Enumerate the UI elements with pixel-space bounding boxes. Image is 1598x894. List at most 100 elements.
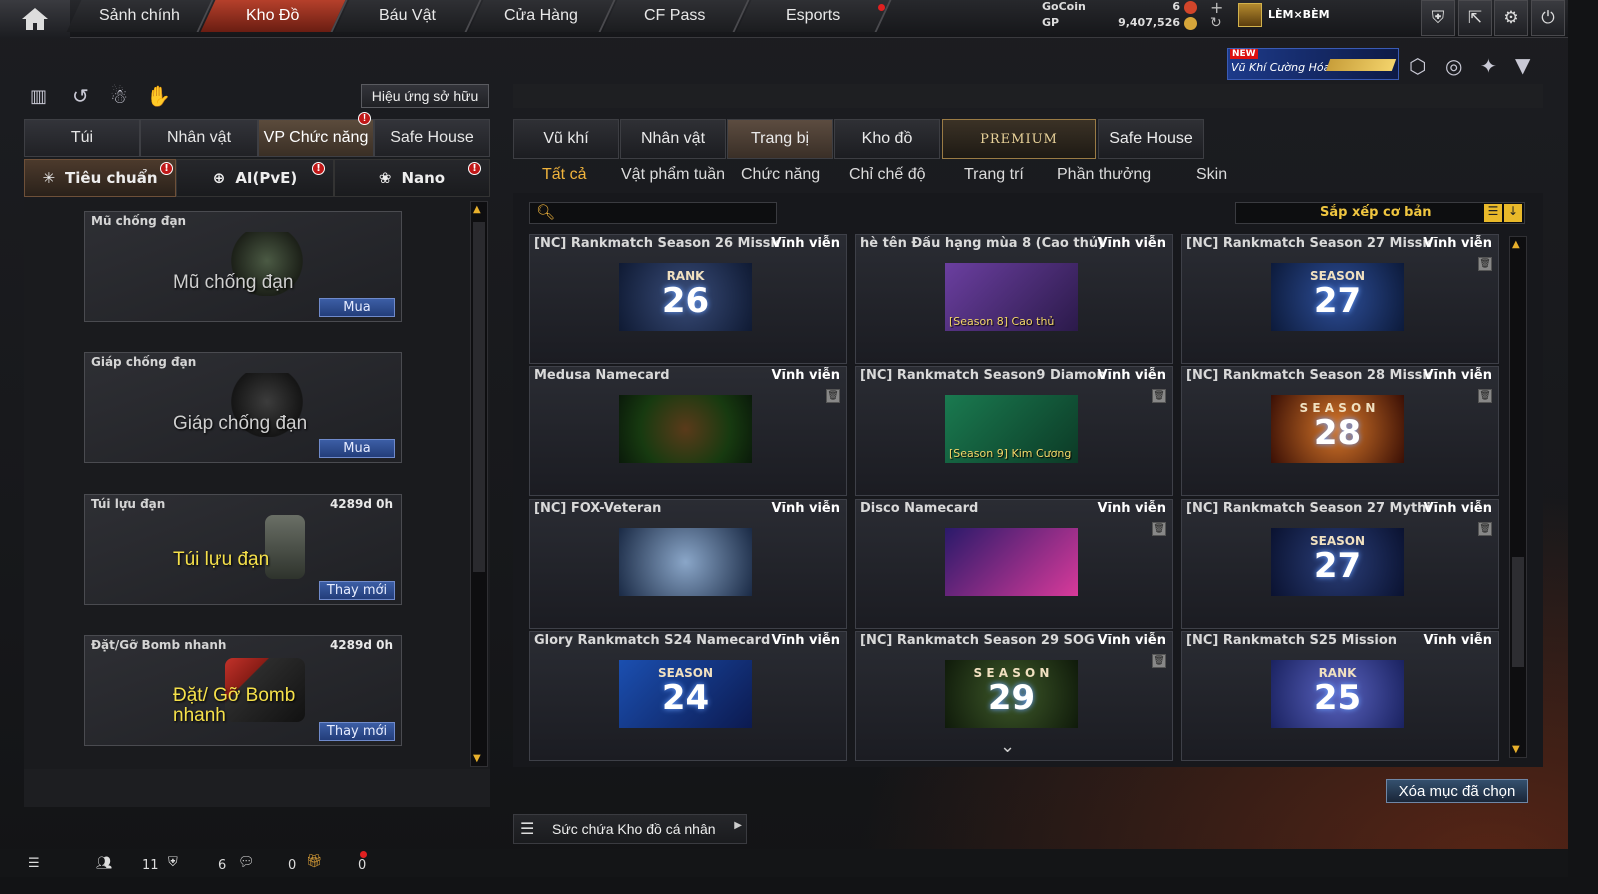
trash-icon[interactable]: 🗑︎ <box>1152 389 1166 403</box>
subtab-nano[interactable]: ❀ Nano! <box>334 159 490 197</box>
filter-decoration[interactable]: Trang trí <box>964 166 1024 184</box>
renew-button[interactable]: Thay mới <box>319 722 395 741</box>
tab-safe-house[interactable]: Safe House <box>1098 119 1204 159</box>
friends-count: 11 <box>142 858 159 873</box>
buy-button[interactable]: Mua <box>319 439 395 458</box>
list-icon[interactable]: ☰ <box>1484 204 1502 222</box>
filter-rewards[interactable]: Phần thưởng <box>1057 166 1151 184</box>
item-card[interactable]: [NC] Rankmatch Season9 Diamond Vĩnh viễn 🗑… <box>855 366 1173 496</box>
chevron-down-icon[interactable]: ⌄ <box>1000 736 1015 757</box>
left-scrollbar[interactable]: ▲ ▼ <box>470 201 488 767</box>
scroll-up-icon[interactable]: ▲ <box>1512 239 1520 250</box>
history-icon[interactable]: ↺ <box>72 84 89 108</box>
owned-effect-button[interactable]: Hiệu ứng sở hữu <box>361 84 489 108</box>
filter-mode-only[interactable]: Chỉ chế độ <box>849 166 926 184</box>
event-emblem-icon[interactable]: ⬡ <box>1409 54 1426 78</box>
filter-skin[interactable]: Skin <box>1196 166 1227 184</box>
equipment-card[interactable]: Túi lựu đạn 4289d 0h Túi lựu đạn Thay mớ… <box>84 494 402 605</box>
search-input[interactable] <box>556 204 772 222</box>
search-icon: 🔍︎ <box>536 203 556 221</box>
friends-icon[interactable]: 👥︎ <box>96 856 113 871</box>
nav-tab-shop[interactable]: Cửa Hàng <box>468 0 616 32</box>
filter-weekly[interactable]: Vật phẩm tuần <box>621 166 725 184</box>
item-card[interactable]: [NC] Rankmatch Season 27 Mythica Vĩnh viễ… <box>1181 499 1499 629</box>
item-card[interactable]: [NC] Rankmatch Season 26 Mission Vĩnh viễ… <box>529 234 847 364</box>
equipment-card[interactable]: Mũ chống đạn Mũ chống đạn Mua <box>84 211 402 322</box>
item-card[interactable]: hè tên Đấu hạng mùa 8 (Cao thủ) Vĩnh viễn… <box>855 234 1173 364</box>
trash-icon[interactable]: 🗑︎ <box>826 389 840 403</box>
item-card[interactable]: Glory Rankmatch S24 Namecard Vĩnh viễn SEA… <box>529 631 847 761</box>
tab-safe-house[interactable]: Safe House <box>374 119 490 157</box>
item-card[interactable]: [NC] Rankmatch Season 28 Mission Vĩnh viễ… <box>1181 366 1499 496</box>
scroll-thumb[interactable] <box>473 222 485 572</box>
gp-icon <box>1184 17 1197 30</box>
rocket-icon[interactable]: ✦ <box>1480 54 1497 78</box>
exit-room-icon[interactable]: ⇱ <box>1458 0 1492 36</box>
gift-count: 0 <box>358 858 367 873</box>
power-icon[interactable]: ⏻ <box>1531 0 1565 36</box>
tab-character[interactable]: Nhân vật <box>620 119 726 159</box>
tab-weapons[interactable]: Vũ khí <box>513 119 619 159</box>
item-card[interactable]: [NC] FOX-Veteran Vĩnh viễn <box>529 499 847 629</box>
nav-tab-treasure[interactable]: Báu Vật <box>334 0 482 32</box>
trash-icon[interactable]: 🗑︎ <box>1478 522 1492 536</box>
filter-function[interactable]: Chức năng <box>741 166 820 184</box>
shield-icon[interactable]: ⛨ <box>1421 0 1455 36</box>
glove-icon[interactable]: ✋ <box>146 84 171 108</box>
alert-icon: ! <box>160 162 173 175</box>
tab-premium[interactable]: PREMIUM <box>942 119 1096 159</box>
refresh-icon[interactable]: ↻ <box>1210 15 1222 31</box>
tab-equipment[interactable]: Trang bị <box>727 119 833 159</box>
namecard-image: SEASON 24 <box>619 660 752 728</box>
equipment-card[interactable]: Giáp chống đạn Giáp chống đạn Mua <box>84 352 402 463</box>
expand-icon[interactable]: ▶ <box>734 820 742 831</box>
snowflake-icon: ✳ <box>42 169 56 187</box>
globe-icon[interactable]: ◎ <box>1445 54 1462 78</box>
gift-icon[interactable]: 🎁︎ <box>306 854 323 869</box>
trash-icon[interactable]: 🗑︎ <box>1152 522 1166 536</box>
delete-selected-button[interactable]: Xóa mục đã chọn <box>1386 779 1528 803</box>
tab-bag[interactable]: Túi <box>24 119 140 157</box>
status-bar <box>0 849 1568 877</box>
item-card[interactable]: [NC] Rankmatch S25 Mission Vĩnh viễn RANK 2… <box>1181 631 1499 761</box>
search-field[interactable]: 🔍︎ <box>529 202 777 224</box>
sort-dropdown[interactable]: Sắp xếp cơ bản ☰ ↓ <box>1235 202 1525 224</box>
nav-tab-cf-pass[interactable]: CF Pass <box>602 0 750 32</box>
scroll-down-icon[interactable]: ▼ <box>1512 744 1520 755</box>
ranking-icon[interactable]: ▥ <box>30 86 47 107</box>
character-icon[interactable]: ☃ <box>110 84 128 108</box>
subtab-ai-pve[interactable]: ⊕ AI(PvE)! <box>176 159 334 197</box>
item-card[interactable]: [NC] Rankmatch Season 27 Mission Vĩnh viễ… <box>1181 234 1499 364</box>
subtab-standard[interactable]: ✳ Tiêu chuẩn! <box>24 159 176 197</box>
promo-banner[interactable]: NEW Vũ Khí Cường Hóa <box>1227 48 1399 80</box>
tab-function-items[interactable]: VP Chức năng! <box>258 112 374 157</box>
renew-button[interactable]: Thay mới <box>319 581 395 600</box>
item-name: hè tên Đấu hạng mùa 8 (Cao thủ) <box>860 236 1105 251</box>
nav-tab-esports[interactable]: Esports <box>736 0 892 32</box>
gear-icon[interactable]: ⚙ <box>1494 0 1528 36</box>
item-card[interactable]: Disco Namecard Vĩnh viễn 🗑︎ <box>855 499 1173 629</box>
scroll-up-icon[interactable]: ▲ <box>473 204 481 215</box>
v-logo-icon[interactable]: ▼ <box>1515 53 1530 77</box>
trash-icon[interactable]: 🗑︎ <box>1478 257 1492 271</box>
filter-all[interactable]: Tất cả <box>542 166 586 184</box>
menu-icon[interactable]: ☰ <box>28 856 40 871</box>
nav-tab-inventory[interactable]: Kho Đồ <box>200 0 348 32</box>
nav-tab-lobby[interactable]: Sảnh chính <box>66 0 214 32</box>
sort-order-icon[interactable]: ↓ <box>1504 204 1522 222</box>
capacity-bar[interactable]: ☰ Sức chứa Kho đồ cá nhân ▶ <box>513 814 747 844</box>
chat-icon[interactable]: 💬︎ <box>238 855 255 870</box>
trash-icon[interactable]: 🗑︎ <box>1152 654 1166 668</box>
scroll-down-icon[interactable]: ▼ <box>473 753 481 764</box>
clan-shield-icon[interactable]: ⛨ <box>168 855 178 870</box>
grid-scrollbar[interactable]: ▲ ▼ <box>1509 236 1527 758</box>
promo-text: Vũ Khí Cường Hóa <box>1231 61 1331 74</box>
scroll-thumb[interactable] <box>1512 557 1524 667</box>
equipment-card[interactable]: Đặt/Gỡ Bomb nhanh 4289d 0h Đặt/ Gỡ Bomb … <box>84 635 402 746</box>
buy-button[interactable]: Mua <box>319 298 395 317</box>
item-card[interactable]: Medusa Namecard Vĩnh viễn 🗑︎ <box>529 366 847 496</box>
tab-storage[interactable]: Kho đồ <box>834 119 940 159</box>
tab-character[interactable]: Nhân vật <box>140 119 258 157</box>
home-button[interactable] <box>0 0 70 38</box>
trash-icon[interactable]: 🗑︎ <box>1478 389 1492 403</box>
